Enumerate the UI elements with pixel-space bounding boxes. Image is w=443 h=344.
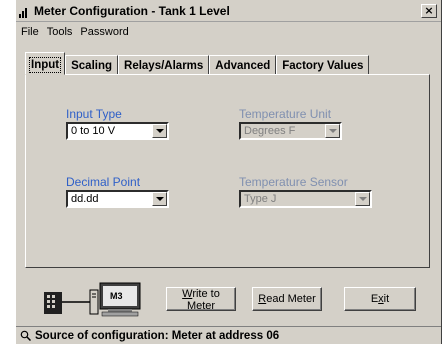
meter-configuration-window: Meter Configuration - Tank 1 Level × Fil… [15, 0, 442, 344]
exit-label-post: it [383, 293, 390, 305]
exit-button[interactable]: Exit [344, 287, 416, 311]
decimal-point-label: Decimal Point [66, 175, 141, 189]
input-type-label: Input Type [66, 107, 122, 121]
chevron-down-icon[interactable] [152, 192, 167, 206]
tab-input[interactable]: Input [25, 52, 66, 75]
tab-advanced[interactable]: Advanced [209, 55, 277, 75]
chevron-down-icon [355, 192, 370, 206]
status-text: Source of configuration: Meter at addres… [35, 329, 280, 342]
meter-badge-text: M3 [110, 291, 123, 301]
chevron-down-icon[interactable] [152, 124, 167, 138]
close-button[interactable]: × [421, 4, 437, 18]
menu-file[interactable]: File [21, 26, 39, 38]
tab-strip: Input Scaling Relays/Alarms Advanced Fac… [25, 50, 370, 75]
temperature-unit-value: Degrees F [244, 125, 296, 137]
tab-scaling[interactable]: Scaling [65, 55, 119, 75]
tab-input-label: Input [28, 56, 62, 73]
temperature-sensor-select: Type J [239, 190, 372, 208]
tab-relays-alarms[interactable]: Relays/Alarms [118, 55, 210, 75]
status-bar: Source of configuration: Meter at addres… [16, 326, 441, 344]
temperature-unit-select: Degrees F [239, 122, 342, 140]
tab-factory-values[interactable]: Factory Values [276, 55, 370, 75]
title-bar: Meter Configuration - Tank 1 Level × [16, 0, 441, 22]
decimal-point-value: dd.dd [71, 193, 99, 205]
temperature-sensor-label: Temperature Sensor [239, 175, 348, 189]
write-to-meter-button[interactable]: Write to Meter [166, 287, 236, 312]
chevron-down-icon [325, 124, 340, 138]
menu-tools[interactable]: Tools [47, 26, 73, 38]
decimal-point-select[interactable]: dd.dd [66, 190, 169, 208]
write-label-post: rite to Meter [186, 288, 220, 312]
menu-password[interactable]: Password [80, 26, 128, 38]
read-label-post: ead Meter [266, 293, 316, 305]
read-meter-button[interactable]: Read Meter [252, 287, 322, 311]
temperature-unit-label: Temperature Unit [239, 107, 332, 121]
input-type-select[interactable]: 0 to 10 V [66, 122, 169, 140]
window-title: Meter Configuration - Tank 1 Level [34, 4, 230, 18]
write-mnemonic: W [182, 288, 193, 300]
read-mnemonic: R [258, 293, 267, 305]
signal-bars-icon [19, 8, 29, 18]
meter-device-icon [44, 292, 62, 314]
magnifier-icon [20, 330, 31, 341]
temperature-sensor-value: Type J [244, 193, 277, 205]
meter-connection-diagram: M3 [44, 282, 141, 317]
menu-bar: File Tools Password [16, 23, 441, 41]
input-tab-panel: Input Type 0 to 10 V Temperature Unit De… [25, 74, 430, 268]
input-type-value: 0 to 10 V [71, 125, 116, 137]
